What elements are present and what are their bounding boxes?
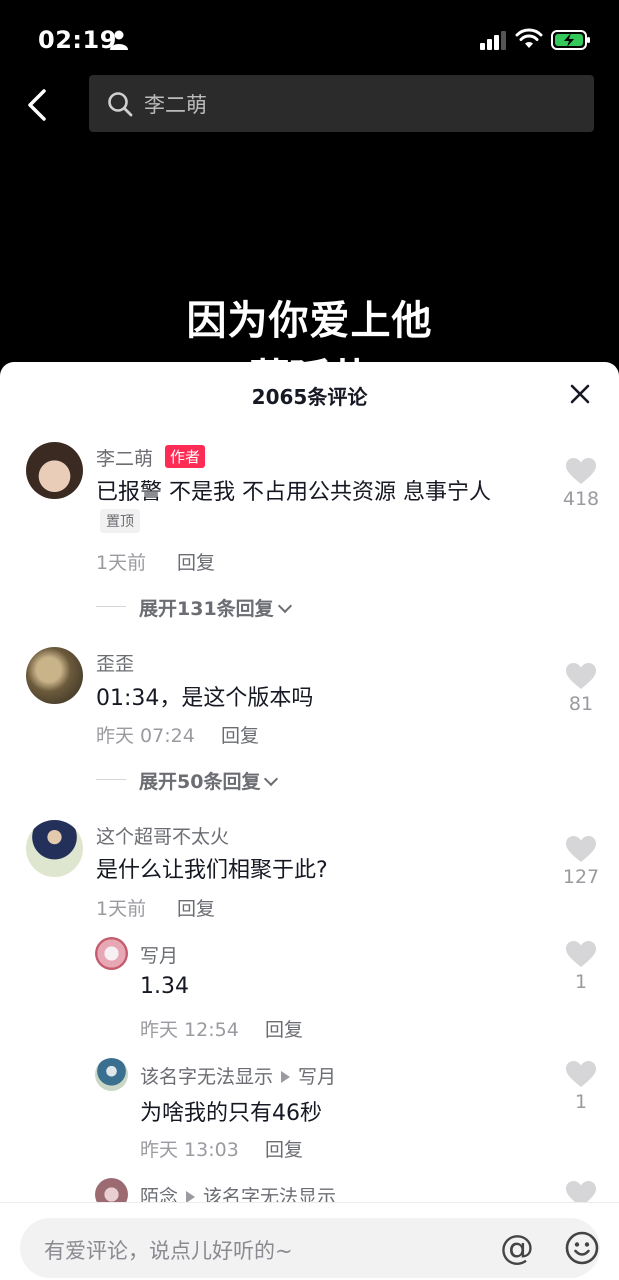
like-count: 81 [568, 693, 594, 715]
reply-to-name: 写月 [298, 1066, 337, 1088]
search-bar[interactable]: 李二萌 [89, 75, 594, 132]
comment-input-placeholder: 有爱评论，说点儿好听的~ [44, 1239, 293, 1263]
reply-text: 1.34 [140, 974, 189, 999]
back-icon[interactable] [24, 88, 52, 122]
comment-time: 1天前 [96, 552, 147, 574]
avatar[interactable] [26, 820, 83, 877]
reply-user-name: 该名字无法显示 [140, 1066, 274, 1088]
mention-icon[interactable]: @ [500, 1228, 534, 1268]
comment-input[interactable]: 有爱评论，说点儿好听的~ @ [20, 1218, 600, 1278]
chevron-down-icon [264, 771, 279, 787]
comment-sheet: 2065条评论 李二萌 作者 已报警 不是我 不占用公共资源 息事宁人 置顶 1… [0, 362, 619, 1280]
heart-icon[interactable] [565, 1060, 597, 1088]
search-icon [108, 92, 133, 117]
comment-count-title: 2065条评论 [251, 385, 368, 409]
reply-time: 昨天 12:54 [140, 1019, 239, 1041]
wifi-icon [515, 28, 543, 48]
person-icon [110, 30, 128, 50]
avatar[interactable] [95, 1058, 128, 1091]
avatar[interactable] [26, 647, 83, 704]
like-count: 418 [562, 488, 600, 510]
comment-username[interactable]: 这个超哥不太火 [96, 822, 229, 849]
reply-to-arrow-icon [281, 1071, 291, 1083]
expand-replies-label: 展开50条回复 [139, 771, 261, 793]
reply-button[interactable]: 回复 [177, 548, 215, 575]
reply-username[interactable]: 该名字无法显示 写月 [140, 1062, 336, 1089]
expand-divider [96, 779, 126, 780]
expand-divider [96, 606, 126, 607]
expand-replies-label: 展开131条回复 [139, 598, 274, 620]
comment-text: 已报警 不是我 不占用公共资源 息事宁人 [96, 480, 491, 505]
heart-icon[interactable] [565, 662, 597, 690]
battery-charging-icon [551, 30, 590, 50]
reply-button[interactable]: 回复 [177, 894, 215, 921]
expand-replies-button[interactable]: 展开50条回复 [139, 767, 279, 794]
reply-button[interactable]: 回复 [265, 1135, 303, 1162]
search-query: 李二萌 [144, 93, 207, 117]
reply-time: 昨天 13:03 [140, 1139, 239, 1161]
avatar[interactable] [95, 937, 128, 970]
close-icon[interactable] [568, 382, 592, 406]
like-count: 1 [574, 971, 588, 993]
chevron-down-icon [277, 598, 292, 614]
pinned-badge: 置顶 [100, 509, 140, 533]
video-caption: 因为你爱上他 [186, 298, 433, 344]
comment-username[interactable]: 歪歪 [96, 649, 134, 676]
like-count: 1 [574, 1091, 588, 1113]
status-time: 02:19 [38, 26, 117, 54]
comment-time: 1天前 [96, 898, 147, 920]
emoji-icon[interactable] [565, 1231, 599, 1265]
like-count: 127 [562, 866, 600, 888]
heart-icon[interactable] [565, 835, 597, 863]
reply-button[interactable]: 回复 [265, 1015, 303, 1042]
comment-text: 01:34，是这个版本吗 [96, 686, 314, 711]
author-badge: 作者 [165, 445, 206, 468]
expand-replies-button[interactable]: 展开131条回复 [139, 594, 292, 621]
status-bar: 02:19 [0, 0, 619, 78]
heart-icon[interactable] [565, 457, 597, 485]
comment-time: 昨天 07:24 [96, 725, 195, 747]
avatar[interactable] [26, 442, 83, 499]
comment-username[interactable]: 李二萌 [96, 444, 153, 471]
reply-username[interactable]: 写月 [140, 941, 178, 968]
comment-input-bar: 有爱评论，说点儿好听的~ @ [0, 1202, 619, 1280]
heart-icon[interactable] [565, 940, 597, 968]
reply-text: 为啥我的只有46秒 [140, 1101, 322, 1126]
comment-text: 是什么让我们相聚于此? [96, 858, 328, 883]
reply-button[interactable]: 回复 [221, 721, 259, 748]
cellular-signal-icon [480, 31, 506, 50]
